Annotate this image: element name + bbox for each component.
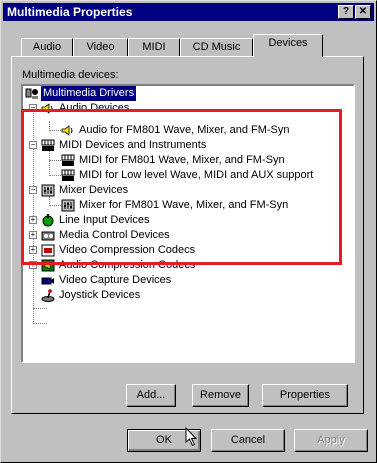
devices-tree[interactable]: Multimedia Drivers − Audio Devices Audio… [21,84,355,363]
add-button[interactable]: Add... [126,384,176,407]
collapse-mixer-devices[interactable]: − [29,186,37,194]
expand-line-input[interactable]: + [29,216,37,224]
video-capture-icon [41,274,55,287]
tree-connector [33,323,47,324]
title-bar[interactable]: Multimedia Properties ? ✕ [3,3,374,21]
midi-keyboard-icon [61,154,75,167]
tab-cd-music[interactable]: CD Music [180,38,253,56]
devices-panel: Multimedia devices: Multimedia Drivers −… [11,56,364,414]
line-input-icon [41,214,55,227]
close-button[interactable]: ✕ [355,5,371,19]
speaker-icon [61,124,75,137]
window-title: Multimedia Properties [7,5,133,19]
properties-button[interactable]: Properties [262,384,348,407]
tab-strip: Audio Video MIDI CD Music Devices [11,34,371,57]
multimedia-properties-window: Multimedia Properties ? ✕ Audio Video MI… [0,0,377,463]
joystick-icon [41,289,55,302]
collapse-midi-devices[interactable]: − [29,141,37,149]
collapse-audio-devices[interactable]: − [29,104,37,112]
tab-audio[interactable]: Audio [21,38,73,56]
mouse-pointer-icon [185,426,199,450]
tree-connector [49,151,50,176]
speaker-icon [41,102,55,115]
expand-audio-codecs[interactable]: + [29,261,37,269]
expand-media-control[interactable]: + [29,231,37,239]
video-codec-icon [41,244,55,257]
audio-codec-icon [41,259,55,272]
tree-connector [33,308,47,309]
multimedia-drivers-icon [25,87,39,100]
apply-button[interactable]: Apply [294,429,368,452]
media-control-icon [41,229,55,242]
mixer-icon [61,199,75,212]
cancel-button[interactable]: Cancel [211,429,285,452]
help-button[interactable]: ? [338,5,354,19]
mixer-icon [41,184,55,197]
tab-midi[interactable]: MIDI [128,38,180,56]
tab-devices[interactable]: Devices [253,34,323,57]
tab-video[interactable]: Video [73,38,128,56]
multimedia-devices-label: Multimedia devices: [22,69,119,81]
remove-button[interactable]: Remove [192,384,249,407]
midi-keyboard-icon [41,139,55,152]
midi-keyboard-icon [61,169,75,182]
expand-video-codecs[interactable]: + [29,246,37,254]
